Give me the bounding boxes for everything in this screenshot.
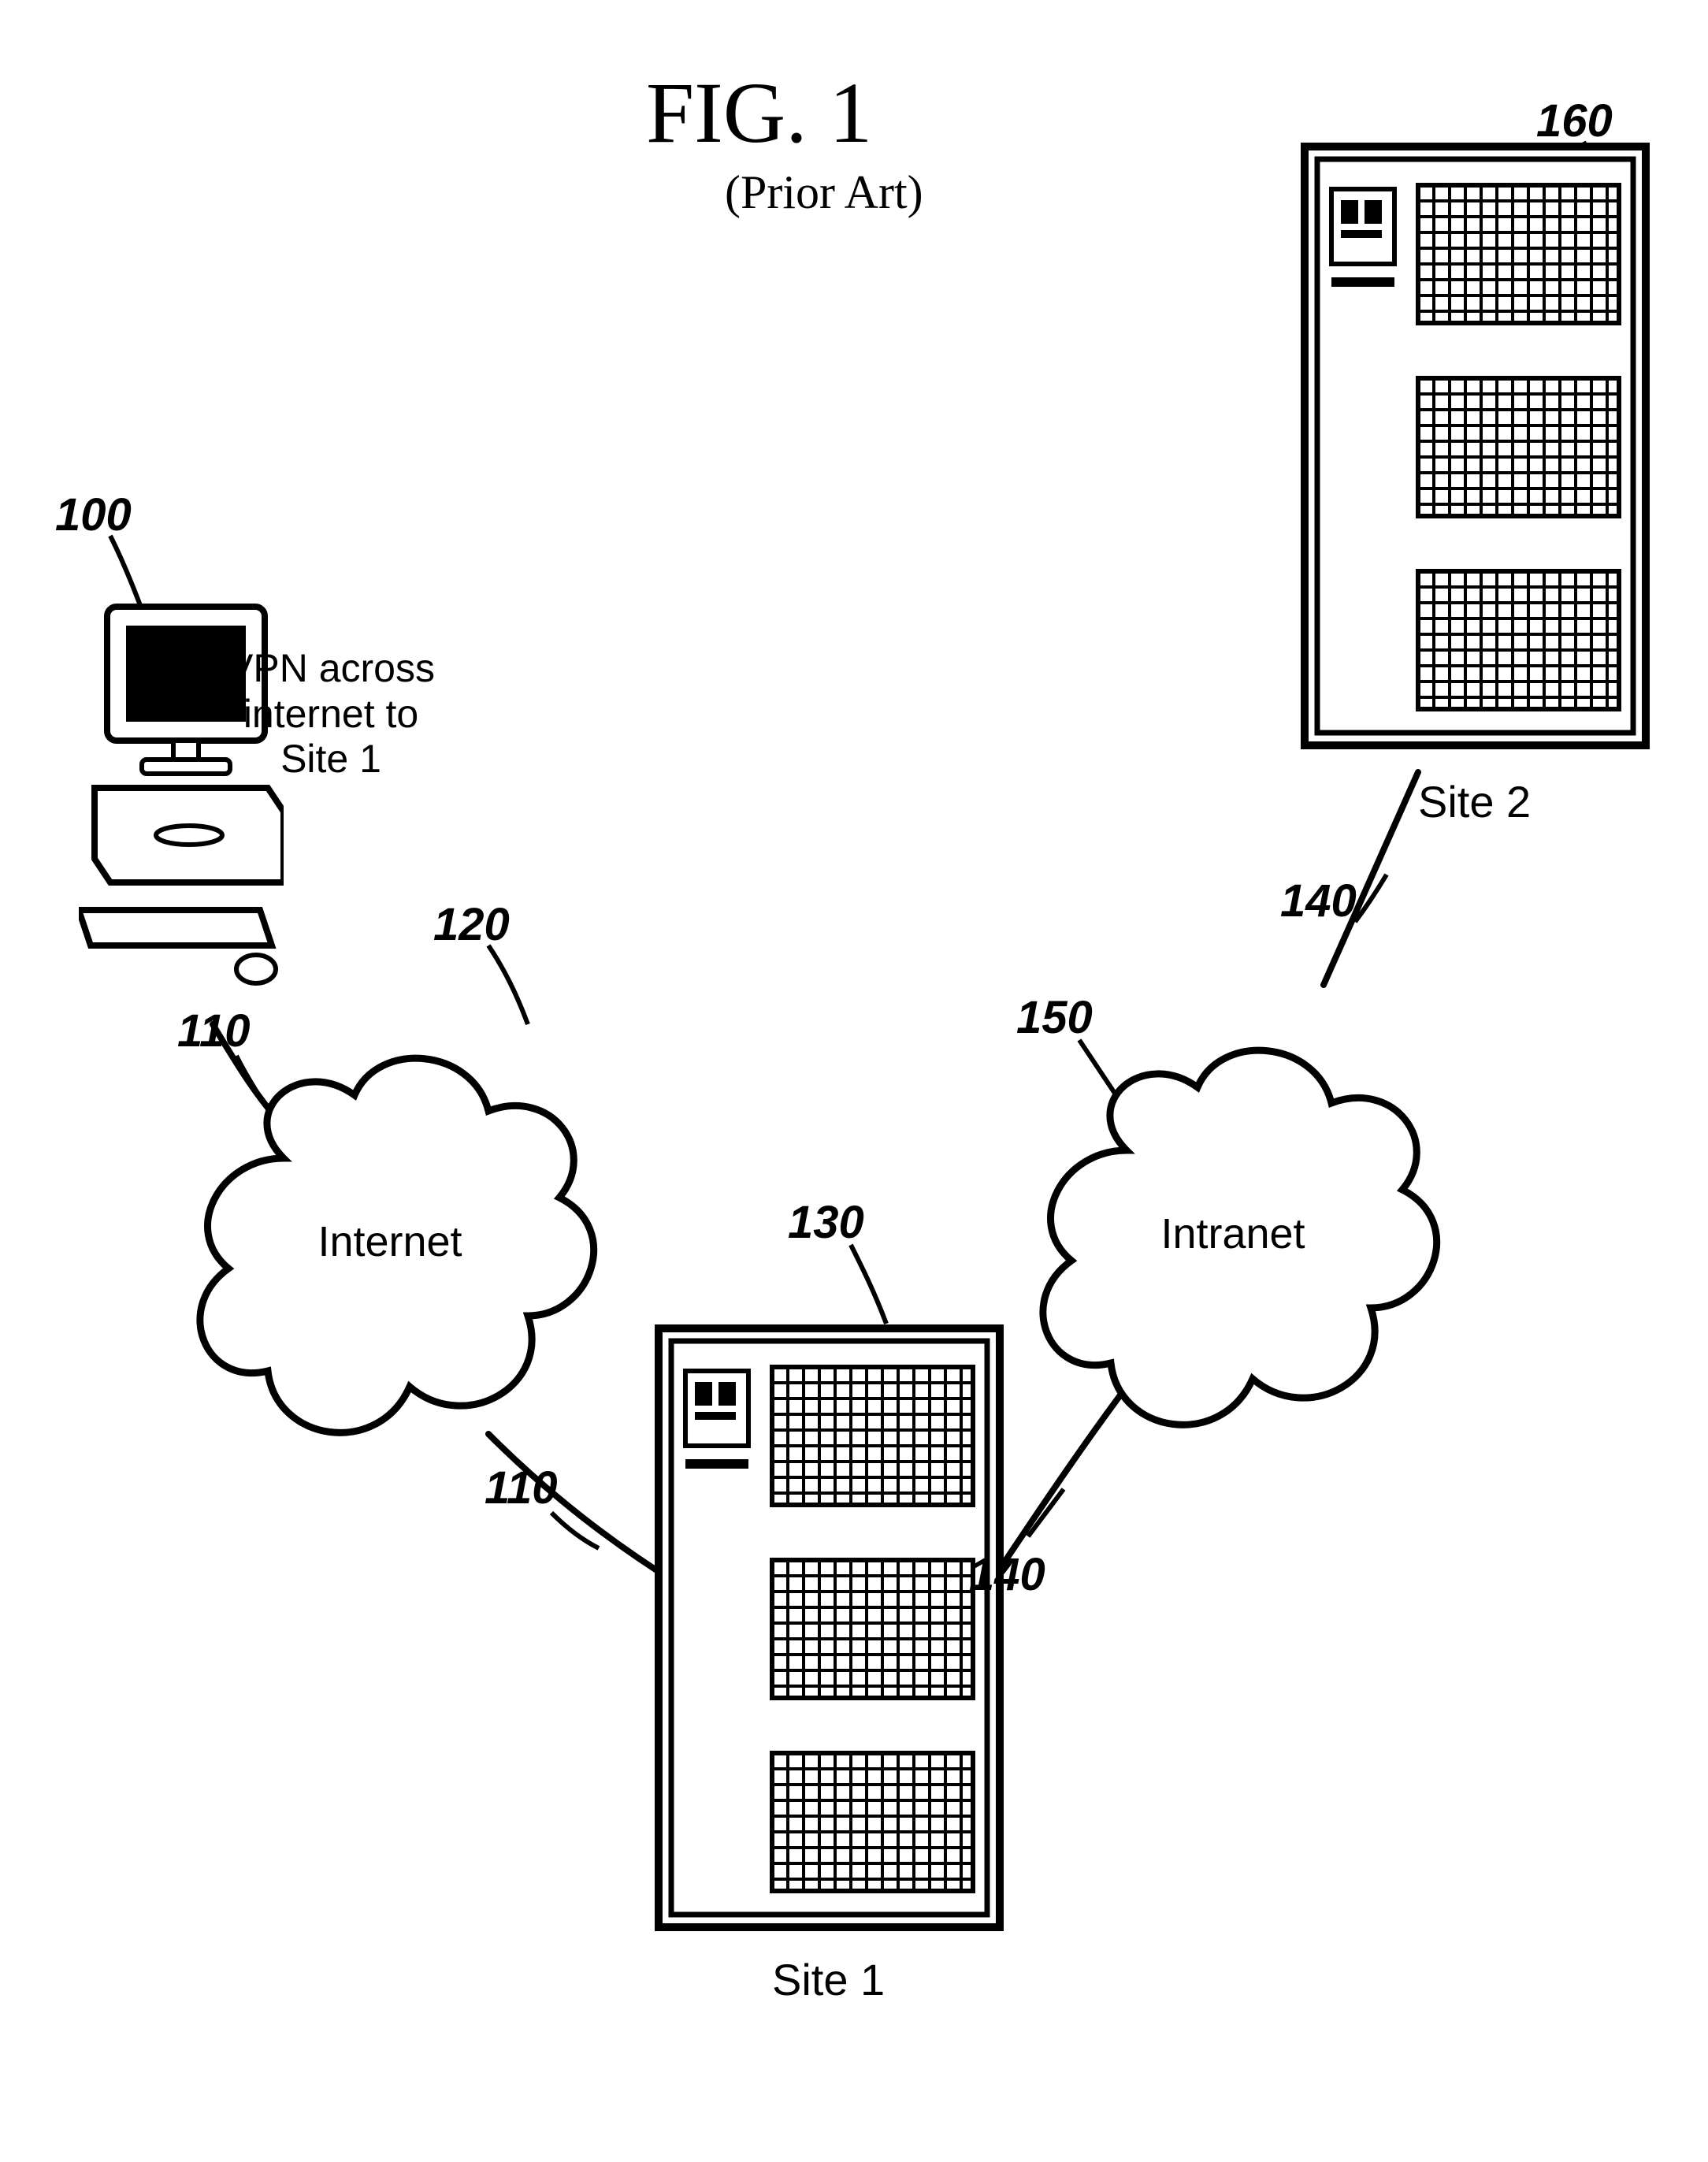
site2-label: Site 2 (1418, 776, 1531, 827)
internet-cloud-label: Internet (181, 1217, 599, 1266)
ref-100: 100 (55, 488, 132, 541)
ref-140a: 140 (969, 1548, 1045, 1601)
vpn-caption-line: internet to (205, 692, 457, 737)
figure-subtitle: (Prior Art) (725, 165, 923, 220)
ref-150: 150 (1016, 991, 1093, 1044)
intranet-cloud-label: Intranet (1024, 1209, 1442, 1258)
vpn-caption-line: Site 1 (205, 737, 457, 782)
ref-110a: 110 (177, 1005, 250, 1057)
ref-160: 160 (1536, 95, 1613, 147)
vpn-caption-line: VPN across (205, 646, 457, 692)
ref-120: 120 (433, 898, 510, 951)
server-site1-icon (654, 1324, 1004, 1938)
internet-cloud: Internet (181, 1024, 599, 1465)
ref-110b: 110 (485, 1462, 557, 1514)
server-site2-icon (1300, 142, 1650, 756)
figure-title: FIG. 1 (646, 63, 872, 163)
ref-130: 130 (788, 1196, 864, 1249)
intranet-cloud: Intranet (1024, 1016, 1442, 1458)
ref-140b: 140 (1280, 875, 1357, 927)
vpn-caption: VPN across internet to Site 1 (205, 646, 457, 782)
site1-label: Site 1 (772, 1954, 885, 2005)
